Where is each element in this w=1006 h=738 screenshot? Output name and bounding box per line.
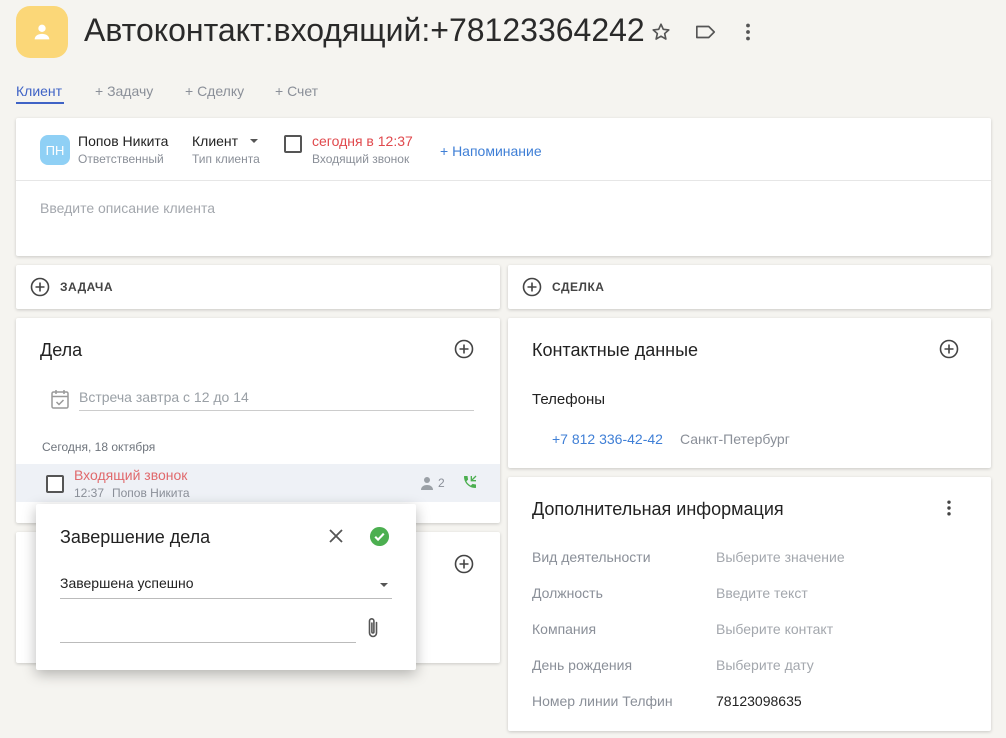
task-row[interactable]: Входящий звонок 12:37 Попов Никита 2 [16, 464, 500, 502]
task-checkbox[interactable] [46, 475, 64, 493]
calendar-check-icon [51, 390, 69, 409]
more-vert-icon[interactable] [738, 22, 758, 42]
contacts-title: Контактные данные [532, 340, 699, 360]
close-icon[interactable] [328, 528, 344, 544]
task-owner: Попов Никита [112, 486, 190, 500]
favorite-star-icon[interactable] [650, 21, 672, 43]
extra-value-position[interactable]: Введите текст [716, 585, 808, 601]
client-avatar [16, 6, 68, 58]
result-value: Завершена успешно [60, 575, 194, 591]
client-type-value: Клиент [192, 133, 239, 149]
extra-label-position: Должность [532, 585, 603, 601]
date-group-label: Сегодня, 18 октября [42, 440, 156, 454]
client-type-select[interactable]: Клиент [192, 133, 260, 149]
complete-task-dialog: Завершение дела Завершена успешно [36, 504, 416, 670]
extra-label-line-number: Номер линии Телфин [532, 693, 673, 709]
extra-value-line-number[interactable]: 78123098635 [716, 693, 802, 709]
add-task-label: ЗАДАЧА [60, 280, 114, 294]
chevron-down-icon [250, 139, 259, 143]
extra-value-company[interactable]: Выберите контакт [716, 621, 833, 637]
client-description-input[interactable]: Введите описание клиента [40, 200, 215, 216]
due-checkbox[interactable] [284, 135, 302, 153]
incoming-call-icon [464, 475, 477, 488]
chevron-down-icon [380, 583, 388, 587]
due-event: Входящий звонок [312, 152, 410, 166]
task-time: 12:37 [74, 486, 105, 500]
extra-info-title: Дополнительная информация [532, 499, 784, 519]
dialog-title: Завершение дела [60, 527, 211, 547]
extra-info-card: Дополнительная информация Вид деятельнос… [508, 477, 991, 731]
tasks-title: Дела [40, 340, 83, 360]
due-time: сегодня в 12:37 [312, 133, 413, 149]
participants-count: 2 [438, 476, 445, 490]
add-deal-label: СДЕЛКА [552, 280, 605, 294]
person-icon [34, 24, 50, 40]
add-circle-icon[interactable] [454, 554, 474, 574]
task-title[interactable]: Входящий звонок [74, 467, 187, 483]
owner-initials: ПН [45, 142, 65, 158]
participants-icon [421, 477, 433, 490]
phone-city: Санкт-Петербург [680, 431, 790, 447]
result-underline [60, 598, 392, 599]
phones-label: Телефоны [532, 391, 606, 408]
extra-label-activity: Вид деятельности [532, 549, 651, 565]
tab-add-invoice[interactable]: + Счет [275, 83, 318, 99]
add-contact-icon[interactable] [939, 339, 959, 359]
owner-name[interactable]: Попов Никита [78, 133, 168, 149]
confirm-check-icon[interactable] [369, 526, 390, 547]
attach-icon[interactable] [364, 616, 382, 640]
new-task-underline [79, 410, 474, 411]
add-task-bar[interactable]: ЗАДАЧА [16, 265, 500, 309]
owner-role: Ответственный [78, 152, 164, 166]
comment-input[interactable] [60, 620, 356, 642]
client-card: ПН Попов Никита Ответственный Клиент Тип… [16, 118, 991, 256]
add-circle-icon [30, 277, 50, 297]
phone-link[interactable]: +7 812 336-42-42 [552, 431, 663, 447]
extra-value-activity[interactable]: Выберите значение [716, 549, 845, 565]
client-type-label: Тип клиента [192, 152, 260, 166]
tag-icon[interactable] [694, 21, 718, 43]
add-circle-icon [522, 277, 542, 297]
comment-underline [60, 642, 356, 643]
new-task-input[interactable]: Встреча завтра с 12 до 14 [79, 389, 249, 405]
result-select[interactable]: Завершена успешно [60, 575, 392, 599]
add-task-icon[interactable] [454, 339, 474, 359]
tasks-card: Дела Встреча завтра с 12 до 14 Сегодня, … [16, 318, 500, 523]
add-reminder-link[interactable]: + Напоминание [440, 143, 542, 159]
contacts-card: Контактные данные Телефоны +7 812 336-42… [508, 318, 991, 468]
tab-add-task[interactable]: + Задачу [95, 83, 153, 99]
tab-client[interactable]: Клиент [16, 83, 62, 99]
tab-add-deal[interactable]: + Сделку [185, 83, 244, 99]
tab-client-underline [16, 102, 64, 104]
extra-label-birthday: День рождения [532, 657, 633, 673]
divider [16, 180, 991, 181]
add-deal-bar[interactable]: СДЕЛКА [508, 265, 991, 309]
page-title: Автоконтакт:входящий:+78123364242 [84, 12, 645, 48]
extra-value-birthday[interactable]: Выберите дату [716, 657, 814, 673]
more-vert-icon[interactable] [940, 499, 958, 517]
extra-label-company: Компания [532, 621, 597, 637]
owner-avatar: ПН [40, 135, 70, 165]
